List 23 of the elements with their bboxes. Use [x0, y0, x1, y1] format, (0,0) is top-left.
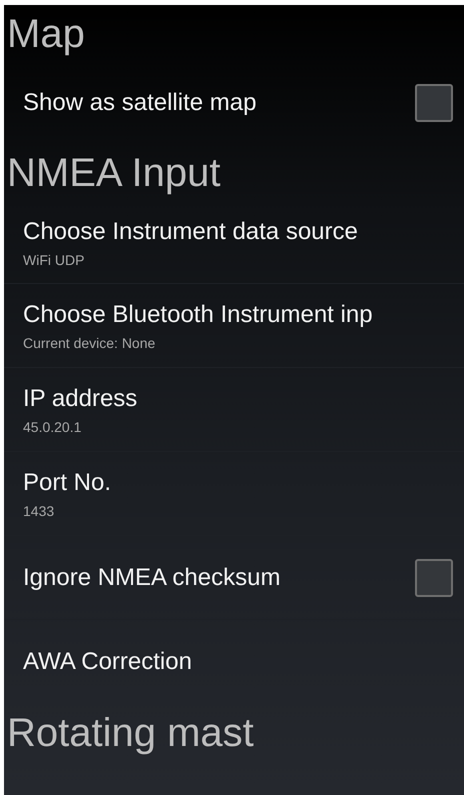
preference-summary: 45.0.20.1 — [23, 418, 82, 434]
preference-item[interactable]: Choose Instrument data source WiFi UDP — [4, 203, 464, 283]
section-header: Map — [6, 10, 86, 58]
preference-title: Choose Instrument data source — [23, 218, 359, 246]
preference-item[interactable]: Port No. 1433 — [4, 451, 464, 535]
preference-summary: WiFi UDP — [23, 252, 86, 268]
preference-title: Show as satellite map — [23, 89, 258, 117]
checkbox[interactable] — [415, 558, 453, 596]
checkbox[interactable] — [415, 84, 453, 122]
preference-title: Choose Bluetooth Instrument inp — [23, 300, 374, 328]
preference-title: AWA Correction — [23, 648, 193, 676]
preference-title: IP address — [23, 384, 138, 412]
preference-item[interactable]: Choose Bluetooth Instrument inp Current device: None — [4, 283, 464, 367]
preference-title: Ignore NMEA checksum — [23, 564, 282, 592]
preference-item[interactable]: IP address 45.0.20.1 — [4, 367, 464, 451]
preference-summary: Current device: None — [23, 334, 156, 350]
preference-item[interactable]: Show as satellite map — [4, 63, 464, 143]
preference-summary: 1433 — [23, 502, 56, 518]
preference-item[interactable]: Ignore NMEA checksum — [4, 535, 464, 619]
preference-item[interactable]: AWA Correction — [4, 619, 464, 703]
preference-title: Port No. — [23, 468, 112, 496]
section-header: NMEA Input — [6, 150, 222, 196]
section-header: Rotating mast — [6, 710, 255, 756]
